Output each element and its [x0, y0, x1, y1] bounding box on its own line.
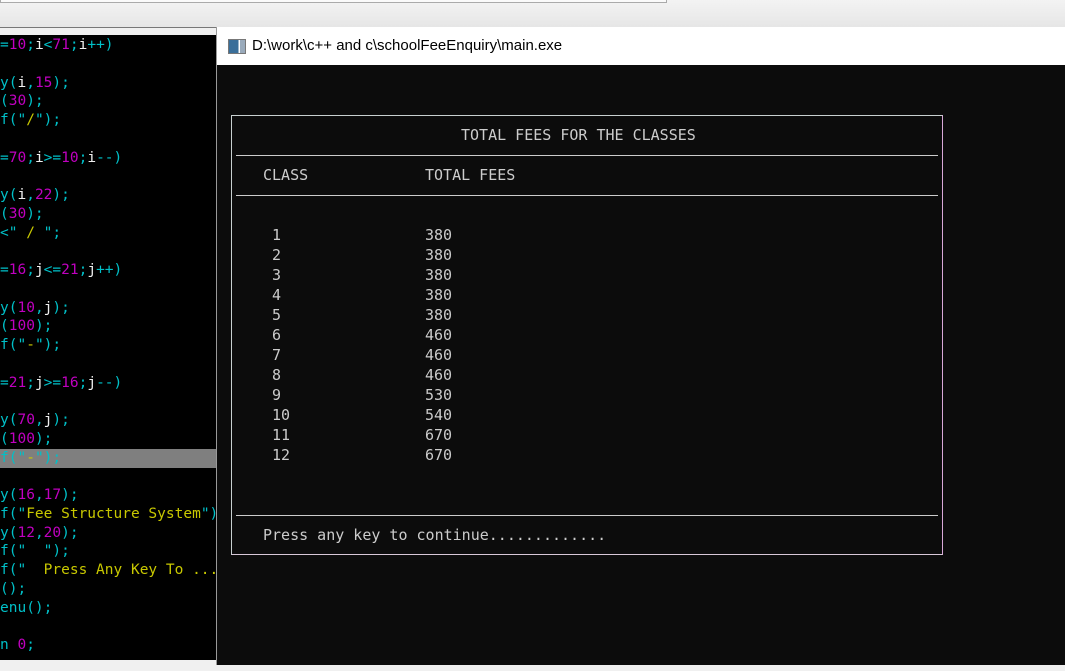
divider [236, 515, 938, 516]
console-window[interactable]: D:\work\c++ and c\schoolFeeEnquiry\main.… [216, 27, 1065, 665]
total-fees-cell: 380 [425, 306, 453, 324]
divider [236, 195, 938, 196]
class-cell: 7 [272, 346, 282, 364]
code-line[interactable]: (30); [0, 205, 216, 224]
class-cell: 2 [272, 246, 282, 264]
total-fees-cell: 670 [425, 426, 453, 444]
total-fees-cell: 380 [425, 226, 453, 244]
code-line[interactable]: y(16,17); [0, 486, 216, 505]
class-cell: 5 [272, 306, 282, 324]
total-fees-cell: 380 [425, 246, 453, 264]
editor-status-area [0, 660, 216, 671]
total-fees-cell: 460 [425, 346, 453, 364]
continue-prompt: Press any key to continue............. [263, 526, 607, 544]
total-fees-cell: 670 [425, 446, 453, 464]
class-cell: 4 [272, 286, 282, 304]
code-line[interactable]: f(" Press Any Key To ..."); [0, 561, 216, 580]
code-line[interactable]: (); [0, 580, 216, 599]
class-cell: 8 [272, 366, 282, 384]
table-heading: TOTAL FEES FOR THE CLASSES [461, 126, 696, 144]
class-cell: 6 [272, 326, 282, 344]
code-line[interactable]: f("-"); [0, 336, 216, 355]
code-line[interactable]: f(" "); [0, 542, 216, 561]
code-line[interactable]: =21;j>=16;j--) [0, 374, 216, 393]
background-window-toolbar [0, 0, 1065, 28]
column-header-total-fees: TOTAL FEES [425, 166, 516, 184]
code-line[interactable]: f("Fee Structure System"); [0, 505, 216, 524]
class-cell: 12 [272, 446, 291, 464]
code-line[interactable]: (100); [0, 317, 216, 336]
class-cell: 1 [272, 226, 282, 244]
total-fees-cell: 530 [425, 386, 453, 404]
code-line[interactable]: (30); [0, 92, 216, 111]
code-line[interactable]: enu(); [0, 599, 216, 618]
code-line[interactable]: y(70,j); [0, 411, 216, 430]
code-line[interactable]: =10;i<71;i++) [0, 36, 216, 55]
code-line[interactable]: f("/"); [0, 111, 216, 130]
divider [236, 155, 938, 156]
total-fees-cell: 380 [425, 266, 453, 284]
total-fees-cell: 460 [425, 366, 453, 384]
code-line[interactable]: =70;i>=10;i--) [0, 149, 216, 168]
console-title-bar[interactable]: D:\work\c++ and c\schoolFeeEnquiry\main.… [217, 27, 1065, 65]
code-line[interactable]: y(i,22); [0, 186, 216, 205]
background-window-panel [0, 0, 667, 3]
class-cell: 3 [272, 266, 282, 284]
code-line[interactable]: (100); [0, 430, 216, 449]
code-line[interactable]: n 0; [0, 636, 216, 655]
class-cell: 9 [272, 386, 282, 404]
total-fees-cell: 540 [425, 406, 453, 424]
column-header-class: CLASS [263, 166, 309, 184]
code-line[interactable]: y(10,j); [0, 299, 216, 318]
window-title: D:\work\c++ and c\schoolFeeEnquiry\main.… [252, 37, 563, 54]
code-line[interactable]: <" / "; [0, 224, 216, 243]
code-line[interactable]: y(i,15); [0, 74, 216, 93]
code-line[interactable]: y(12,20); [0, 524, 216, 543]
class-cell: 10 [272, 406, 291, 424]
total-fees-cell: 460 [425, 326, 453, 344]
fees-table-frame: TOTAL FEES FOR THE CLASSES CLASS TOTAL F… [231, 115, 943, 555]
code-line[interactable]: =16;j<=21;j++) [0, 261, 216, 280]
code-line-highlighted[interactable]: f("-"); [0, 448, 216, 468]
code-editor[interactable]: =10;i<71;i++) y(i,15); (30); f("/"); =70;i>=… [0, 35, 216, 660]
console-app-icon [228, 39, 246, 54]
class-cell: 11 [272, 426, 291, 444]
total-fees-cell: 380 [425, 286, 453, 304]
